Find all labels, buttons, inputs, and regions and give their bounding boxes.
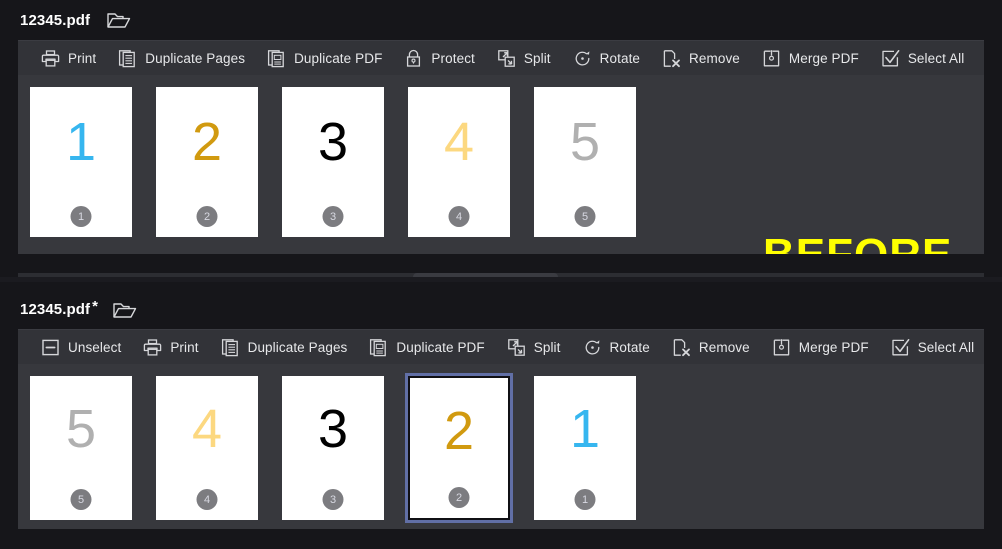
toolbar-label-protect: Protect xyxy=(431,50,475,66)
toolbar-button-remove[interactable]: Remove xyxy=(651,41,751,76)
checkbox-check-icon xyxy=(891,338,910,357)
page-thumbnail[interactable]: 4 4 xyxy=(156,376,258,520)
page-thumbnail[interactable]: 5 5 xyxy=(534,87,636,237)
merge-pdf-icon xyxy=(772,338,791,357)
toolbar-button-split[interactable]: Split xyxy=(496,330,572,365)
page-thumbnail[interactable]: 3 3 xyxy=(282,87,384,237)
toolbar-button-merge-pdf[interactable]: Merge PDF xyxy=(751,41,870,76)
titlebar-after: 12345.pdf * xyxy=(0,282,1002,329)
toolbar-label-duplicate-pages: Duplicate Pages xyxy=(145,50,246,66)
toolbar-button-duplicate-pages[interactable]: Duplicate Pages xyxy=(107,41,256,76)
toolbar-button-merge-pdf[interactable]: Merge PDF xyxy=(761,330,880,365)
merge-pdf-icon xyxy=(762,49,781,68)
lock-icon xyxy=(404,49,423,68)
page-thumbnail-number: 5 xyxy=(65,399,97,459)
file-name-label: 12345.pdf xyxy=(20,301,91,318)
page-index-badge: 3 xyxy=(322,489,344,510)
page-thumbnail-strip-before[interactable]: 1 1 2 2 3 3 4 4 5 5 BEFORE xyxy=(18,75,984,254)
toolbar-before: Print Duplicate Pages Duplicate PDF Prot… xyxy=(18,40,984,75)
remove-page-icon xyxy=(672,338,691,357)
page-index-badge: 4 xyxy=(448,206,470,227)
toolbar-label-rotate: Rotate xyxy=(609,339,650,355)
pdf-window-before: 12345.pdf Print Duplicate Pages Duplicat… xyxy=(0,0,1002,282)
page-thumbnail-number: 4 xyxy=(443,112,475,172)
page-index-badge: 1 xyxy=(70,206,92,227)
toolbar-button-remove[interactable]: Remove xyxy=(661,330,761,365)
toolbar-button-split[interactable]: Split xyxy=(486,41,562,76)
open-folder-icon[interactable] xyxy=(112,300,138,320)
toolbar-label-split: Split xyxy=(533,339,561,355)
toolbar-button-duplicate-pdf[interactable]: Duplicate PDF xyxy=(358,330,495,365)
rotate-icon xyxy=(573,49,592,68)
toolbar-label-remove: Remove xyxy=(698,339,750,355)
checkbox-check-icon xyxy=(881,49,900,68)
page-thumbnail[interactable]: 5 5 xyxy=(30,376,132,520)
toolbar-button-select-all[interactable]: Select All xyxy=(880,330,986,365)
page-thumbnail-number: 2 xyxy=(191,112,223,172)
toolbar-label-select-all: Select All xyxy=(907,50,965,66)
page-index-badge: 5 xyxy=(70,489,92,510)
toolbar-button-unselect[interactable]: Unselect xyxy=(30,330,132,365)
open-folder-icon[interactable] xyxy=(106,10,132,30)
page-index-badge: 2 xyxy=(196,206,218,227)
toolbar-button-rotate[interactable]: Rotate xyxy=(572,330,661,365)
toolbar-label-duplicate-pdf: Duplicate PDF xyxy=(396,339,485,355)
toolbar-button-duplicate-pdf[interactable]: Duplicate PDF xyxy=(256,41,393,76)
toolbar-label-rotate: Rotate xyxy=(599,50,641,66)
toolbar-button-print[interactable]: Print xyxy=(30,41,107,76)
remove-page-icon xyxy=(662,49,681,68)
split-icon xyxy=(507,338,526,357)
page-thumbnail-strip-after[interactable]: 5 5 4 4 3 3 2 2 1 1 AFTER xyxy=(18,364,984,529)
annotation-before: BEFORE xyxy=(763,233,952,255)
page-thumbnail-number: 1 xyxy=(569,399,601,459)
toolbar-button-rotate[interactable]: Rotate xyxy=(562,41,651,76)
modified-indicator: * xyxy=(92,298,98,315)
printer-icon xyxy=(41,49,60,68)
toolbar-label-merge-pdf: Merge PDF xyxy=(788,50,859,66)
page-index-badge: 5 xyxy=(574,206,596,227)
page-index-badge: 1 xyxy=(574,489,596,510)
page-thumbnail[interactable]: 4 4 xyxy=(408,87,510,237)
page-index-badge: 4 xyxy=(196,489,218,510)
toolbar-label-split: Split xyxy=(523,50,551,66)
file-name-label: 12345.pdf xyxy=(20,11,91,29)
unselect-icon xyxy=(41,338,60,357)
page-thumbnail[interactable]: 1 1 xyxy=(534,376,636,520)
toolbar-label-select-all: Select All xyxy=(917,339,975,355)
toolbar-label-merge-pdf: Merge PDF xyxy=(798,339,869,355)
page-thumbnail[interactable]: 1 1 xyxy=(30,87,132,237)
printer-icon xyxy=(143,338,162,357)
page-thumbnail-number: 4 xyxy=(191,399,223,459)
duplicate-pdf-icon xyxy=(369,338,388,357)
page-thumbnail-number: 3 xyxy=(317,112,349,172)
toolbar-button-select-all[interactable]: Select All xyxy=(870,41,976,76)
page-index-badge: 3 xyxy=(322,206,344,227)
toolbar-label-duplicate-pdf: Duplicate PDF xyxy=(294,50,383,66)
page-index-badge: 2 xyxy=(448,487,470,508)
page-thumbnail[interactable]: 2 2 xyxy=(156,87,258,237)
titlebar-before: 12345.pdf xyxy=(0,0,1002,40)
rotate-icon xyxy=(583,338,602,357)
page-thumbnail-number: 1 xyxy=(65,112,97,172)
pdf-window-after: 12345.pdf * Unselect Print Duplicate Pag… xyxy=(0,282,1002,549)
toolbar-label-print: Print xyxy=(68,50,97,66)
toolbar-after: Unselect Print Duplicate Pages Duplicate… xyxy=(18,329,984,364)
split-icon xyxy=(497,49,516,68)
pdf-page-organizer-screenshot: 12345.pdf Print Duplicate Pages Duplicat… xyxy=(0,0,1002,549)
toolbar-label-duplicate-pages: Duplicate Pages xyxy=(247,339,348,355)
duplicate-pages-icon xyxy=(221,338,240,357)
toolbar-button-duplicate-pages[interactable]: Duplicate Pages xyxy=(210,330,359,365)
toolbar-label-print: Print xyxy=(170,339,199,355)
page-thumbnail-number: 3 xyxy=(317,399,349,459)
toolbar-label-remove: Remove xyxy=(689,50,740,66)
page-thumbnail[interactable]: 3 3 xyxy=(282,376,384,520)
page-thumbnail-number: 2 xyxy=(443,401,475,461)
page-thumbnail-selected[interactable]: 2 2 xyxy=(405,373,513,523)
duplicate-pdf-icon xyxy=(267,49,286,68)
duplicate-pages-icon xyxy=(118,49,137,68)
toolbar-button-protect[interactable]: Protect xyxy=(393,41,485,76)
page-thumbnail-number: 5 xyxy=(569,112,601,172)
toolbar-label-unselect: Unselect xyxy=(68,339,122,355)
toolbar-button-print[interactable]: Print xyxy=(132,330,209,365)
